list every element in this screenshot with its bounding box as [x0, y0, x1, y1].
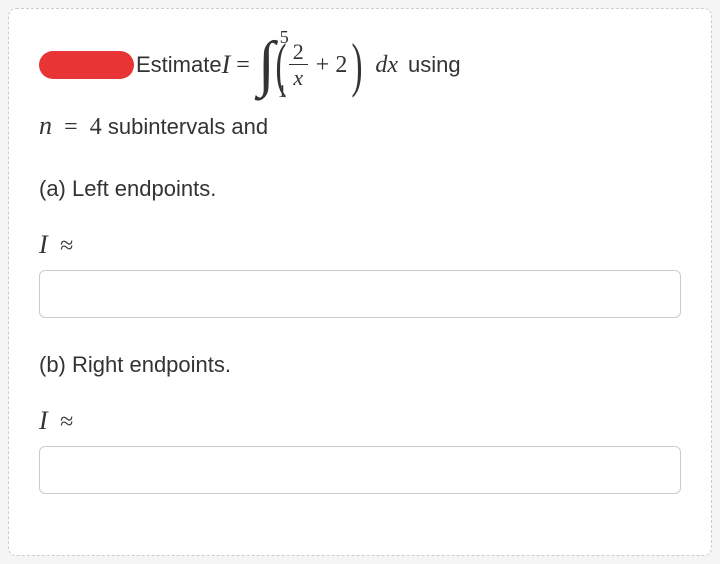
- part-a-approx: I ≈: [39, 230, 681, 260]
- subintervals-text: subintervals and: [108, 114, 268, 139]
- symbol-n: n: [39, 111, 52, 140]
- plus-two: + 2: [312, 46, 354, 84]
- part-b-approx: I ≈: [39, 406, 681, 436]
- n-value: 4: [90, 114, 102, 140]
- estimate-text: Estimate: [136, 47, 222, 82]
- equals-sign-n: =: [58, 114, 84, 140]
- part-a-approx-symbol: ≈: [54, 233, 73, 259]
- problem-card: Estimate I = ∫ 5 1 ( 2 x + 2 ) dx using …: [8, 8, 712, 556]
- symbol-I: I: [222, 44, 231, 86]
- left-paren: (: [275, 41, 286, 89]
- part-b-label: (b) Right endpoints.: [39, 352, 681, 378]
- right-paren: ): [352, 41, 363, 89]
- integral-expression: ∫ 5 1 ( 2 x + 2 ) dx: [256, 37, 408, 93]
- problem-line-1: Estimate I = ∫ 5 1 ( 2 x + 2 ) dx using: [39, 37, 681, 93]
- problem-line-2: n = 4 subintervals and: [39, 105, 681, 147]
- using-text: using: [408, 47, 461, 82]
- fraction-numerator: 2: [289, 40, 308, 65]
- problem-statement: Estimate I = ∫ 5 1 ( 2 x + 2 ) dx using …: [39, 37, 681, 146]
- part-a-label: (a) Left endpoints.: [39, 176, 681, 202]
- fraction-2-over-x: 2 x: [289, 40, 308, 89]
- part-a-I: I: [39, 230, 48, 259]
- part-b-I: I: [39, 406, 48, 435]
- redaction-mark: [39, 51, 134, 79]
- fraction-denominator: x: [289, 65, 307, 89]
- part-b-approx-symbol: ≈: [54, 409, 73, 435]
- dx-symbol: dx: [361, 46, 408, 84]
- part-b-answer-input[interactable]: [39, 446, 681, 494]
- integral-symbol: ∫ 5 1: [258, 37, 275, 93]
- equals-sign: =: [230, 46, 256, 84]
- part-a-answer-input[interactable]: [39, 270, 681, 318]
